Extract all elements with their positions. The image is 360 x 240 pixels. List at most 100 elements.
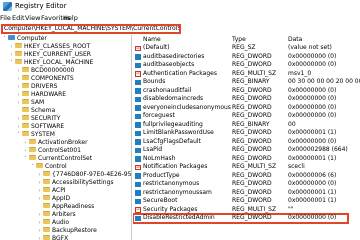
tree-item-label: DRIVERS xyxy=(31,83,58,90)
folder-icon xyxy=(22,75,29,80)
menu-file[interactable]: File xyxy=(0,14,11,22)
value-name: NoLmHash xyxy=(143,154,176,162)
tree-item-label: ControlSet001 xyxy=(38,147,81,154)
menu-view[interactable]: View xyxy=(25,14,40,22)
value-data: 0x00000001 (1) xyxy=(288,154,337,162)
value-row[interactable]: ab Authentication Packages REG_MULTI_SZ msv… xyxy=(133,70,360,79)
value-name: (Default) xyxy=(143,44,170,51)
chevron-down-icon[interactable]: ˅ xyxy=(1,35,8,44)
value-row[interactable]: restrictanonymoussam REG_DWORD 0x00000001 … xyxy=(133,189,360,198)
chevron-down-icon[interactable]: ˅ xyxy=(8,59,15,68)
tree-item-label: AccessibilitySettings xyxy=(52,179,114,186)
chevron-down-icon[interactable]: ˅ xyxy=(15,131,22,140)
value-type: REG_BINARY xyxy=(232,120,270,128)
chevron-down-icon[interactable]: ˅ xyxy=(29,163,36,172)
value-row[interactable]: SecureBoot REG_DWORD 0x00000001 (1) xyxy=(133,197,360,206)
tree-item-label: BackupRestore xyxy=(52,227,97,234)
value-row[interactable]: forceguest REG_DWORD 0x00000000 (0) xyxy=(133,112,360,121)
value-data: 0x00000000 (0) xyxy=(288,180,337,187)
value-row-highlighted[interactable]: DisableRestrictedAdmin REG_DWORD 0x0000000… xyxy=(133,213,349,224)
value-name: disabledomaincreds xyxy=(143,95,204,102)
value-row[interactable]: auditbaseobjects REG_DWORD 0x00000000 (0) xyxy=(133,61,360,70)
value-data: 0x00000000 (0) xyxy=(288,86,337,94)
value-name: auditbasedirectories xyxy=(143,52,205,60)
value-name: crashonauditfail xyxy=(143,86,192,94)
address-input[interactable]: Computer\HKEY_LOCAL_MACHINE\SYSTEM\Curre… xyxy=(1,24,181,34)
value-data: 0x000002988 (664) xyxy=(288,146,348,153)
value-type: REG_MULTI_SZ xyxy=(232,69,277,77)
value-row[interactable]: ab Notification Packages REG_MULTI_SZ scecl… xyxy=(133,163,360,172)
value-name: restrictanonymoussam xyxy=(143,188,212,196)
value-row[interactable]: LimitBlankPasswordUse REG_DWORD 0x00000001… xyxy=(133,129,360,138)
menu-edit[interactable]: Edit xyxy=(12,14,25,22)
address-bar: Computer\HKEY_LOCAL_MACHINE\SYSTEM\Curre… xyxy=(0,23,360,35)
folder-icon xyxy=(22,83,29,88)
value-row[interactable]: LsaCfgFlagsDefault REG_DWORD 0x00000000 (0… xyxy=(133,138,360,147)
binary-value-icon xyxy=(135,122,141,128)
value-type: REG_DWORD xyxy=(232,154,272,162)
value-name: everyoneincludesanonymous xyxy=(143,103,231,111)
value-data: 0x00000000 (0) xyxy=(288,95,337,102)
string-value-icon: ab xyxy=(135,45,141,51)
value-row[interactable]: LsaPid REG_DWORD 0x000002988 (664) xyxy=(133,146,360,155)
binary-value-icon xyxy=(135,156,141,162)
tree-item-label: Arbiters xyxy=(52,211,76,218)
binary-value-icon xyxy=(135,215,141,221)
folder-icon xyxy=(15,43,22,48)
folder-icon xyxy=(43,187,50,192)
value-row[interactable]: ProductType REG_DWORD 0x00000006 (6) xyxy=(133,172,360,181)
title-bar: Registry Editor xyxy=(0,0,360,13)
tree-item[interactable]: › BGFX xyxy=(36,235,68,240)
value-row[interactable]: NoLmHash REG_DWORD 0x00000001 (1) xyxy=(133,155,360,164)
binary-value-icon xyxy=(135,88,141,94)
tree-item-label: ACPI xyxy=(52,187,66,194)
value-type: REG_DWORD xyxy=(232,52,272,60)
folder-icon xyxy=(22,99,29,104)
value-type: REG_DWORD xyxy=(232,146,272,153)
key-tree: ˅ Computer › HKEY_CLASSES_ROOT › HKEY_CURRENT… xyxy=(0,35,132,240)
value-name: ProductType xyxy=(143,171,180,179)
window-title: Registry Editor xyxy=(15,2,67,10)
column-header-name[interactable]: Name xyxy=(143,35,161,44)
binary-value-icon xyxy=(135,173,141,179)
chevron-down-icon[interactable]: ˅ xyxy=(22,155,29,164)
tree-item-label: Computer xyxy=(17,35,47,42)
string-value-icon: ab xyxy=(135,207,141,213)
binary-value-icon xyxy=(135,79,141,85)
value-row[interactable]: everyoneincludesanonymous REG_DWORD 0x0000… xyxy=(133,104,360,113)
binary-value-icon xyxy=(135,54,141,60)
value-data: 0x00000000 (0) xyxy=(288,61,337,68)
tree-item-label: AppID xyxy=(52,195,71,202)
folder-icon xyxy=(43,179,50,184)
folder-icon xyxy=(43,195,50,200)
tree-item-label: {7746D80F-97E0-4E26-9543- xyxy=(52,171,132,178)
tree-item-label: AppReadiness xyxy=(52,203,95,210)
tree-item-label: SYSTEM xyxy=(31,131,55,138)
folder-icon xyxy=(43,211,50,216)
value-type: REG_DWORD xyxy=(232,171,272,179)
value-type: REG_DWORD xyxy=(232,197,272,204)
value-row[interactable]: auditbasedirectories REG_DWORD 0x00000000 … xyxy=(133,53,360,62)
value-row[interactable]: Bounds REG_BINARY 00 30 00 00 00 20 00 00 xyxy=(133,78,360,87)
value-row[interactable]: fullprivilegeauditing REG_BINARY 00 xyxy=(133,121,360,130)
column-header-type[interactable]: Type xyxy=(232,35,246,44)
value-data: 0x00000000 (0) xyxy=(288,137,337,145)
column-header-data[interactable]: Data xyxy=(288,35,302,44)
value-row[interactable]: ab (Default) REG_SZ (value not set) xyxy=(133,44,360,53)
value-type: REG_DWORD xyxy=(232,180,272,187)
values-list: Name Type Data ab (Default) REG_SZ (value n… xyxy=(133,35,360,240)
value-data: "" xyxy=(288,205,294,213)
value-row[interactable]: ab Security Packages REG_MULTI_SZ "" xyxy=(133,206,360,215)
folder-icon xyxy=(29,139,36,144)
menu-help[interactable]: Help xyxy=(63,14,78,22)
chevron-right-icon[interactable]: › xyxy=(36,235,43,240)
value-row[interactable]: crashonauditfail REG_DWORD 0x00000000 (0) xyxy=(133,87,360,96)
value-type: REG_DWORD xyxy=(232,61,272,68)
binary-value-icon xyxy=(135,113,141,119)
folder-icon xyxy=(22,67,29,72)
binary-value-icon xyxy=(135,62,141,68)
value-row[interactable]: disabledomaincreds REG_DWORD 0x00000000 (0… xyxy=(133,95,360,104)
tree-item-label: Audio xyxy=(52,219,70,226)
value-row[interactable]: restrictanonymous REG_DWORD 0x00000000 (0) xyxy=(133,180,360,189)
folder-icon xyxy=(15,51,22,56)
